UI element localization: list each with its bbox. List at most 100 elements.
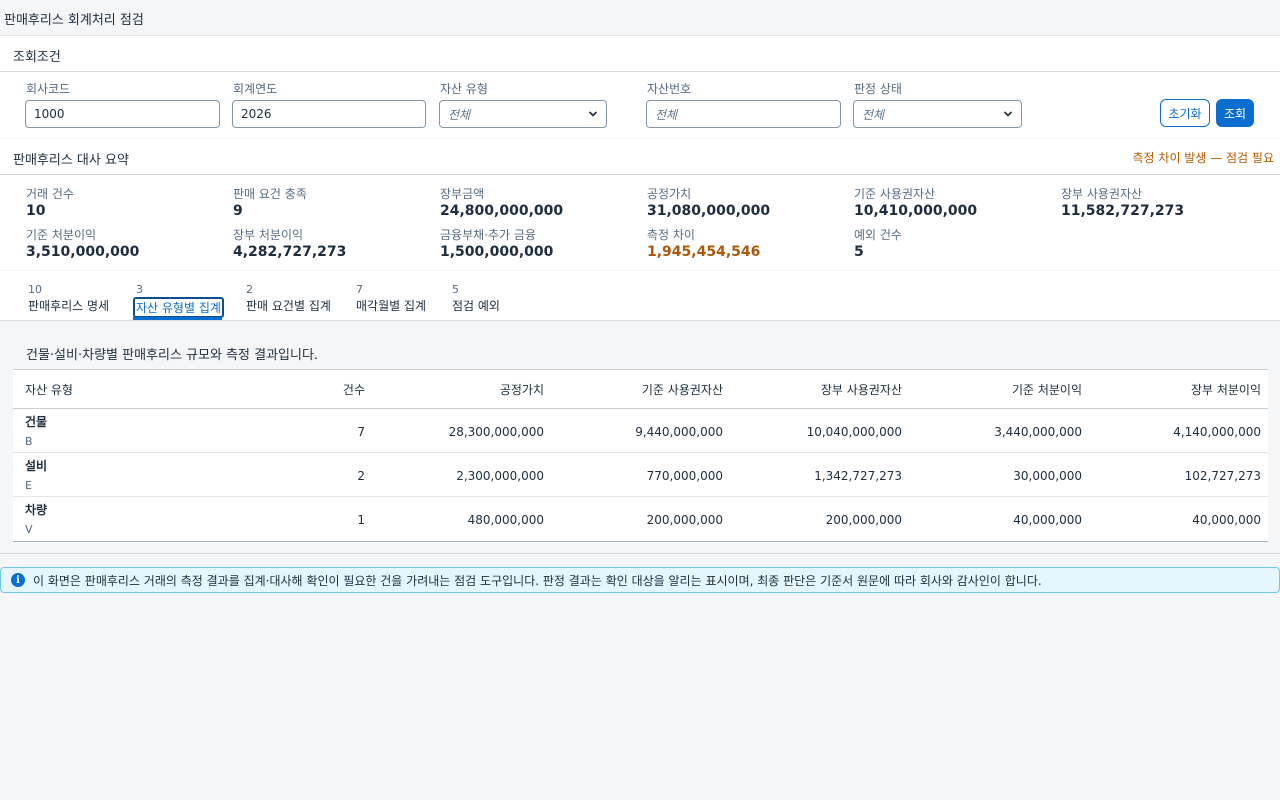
tab-count: 3 <box>136 283 143 296</box>
kpi-value: 24,800,000,000 <box>440 203 564 219</box>
tab-exceptions[interactable]: 5 점검 예외 <box>452 283 500 314</box>
content-description: 건물·설비·차량별 판매후리스 규모와 측정 결과입니다. <box>26 348 319 363</box>
column-header: 자산 유형 <box>25 383 73 397</box>
tab-label: 판매후리스 명세 <box>28 299 110 313</box>
tab-count: 5 <box>452 283 459 296</box>
kpi-value: 11,582,727,273 <box>1061 203 1185 219</box>
judgment-status-value: 전체 <box>862 107 885 122</box>
base-rou-cell: 200,000,000 <box>646 513 723 527</box>
summary-panel: 판매후리스 대사 요약 측정 차이 발생 — 점검 필요 거래 건수 10 판매… <box>0 139 1280 270</box>
kpi-value: 1,500,000,000 <box>440 244 554 260</box>
tab-sale-month-summary[interactable]: 7 매각월별 집계 <box>356 283 426 314</box>
base-rou-cell: 770,000,000 <box>646 469 723 483</box>
info-icon: i <box>11 573 25 587</box>
filter-panel: 조회조건 회사코드 1000 회계연도 2026 자산 유형 전체 자산번호 전… <box>0 35 1280 138</box>
asset-type-code: B <box>25 435 33 448</box>
table-row[interactable]: 건물 B 7 28,300,000,000 9,440,000,000 10,0… <box>13 409 1268 453</box>
kpi-label: 금융부채·추가 금융 <box>440 228 536 242</box>
kpi-label: 판매 요건 충족 <box>233 187 307 201</box>
tab-label: 매각월별 집계 <box>356 299 427 313</box>
chevron-down-icon <box>1003 111 1013 117</box>
fiscal-year-label: 회계연도 <box>233 82 278 96</box>
judgment-status-select[interactable]: 전체 <box>853 100 1022 128</box>
info-message-text: 이 화면은 판매후리스 거래의 측정 결과를 집계·대사해 확인이 필요한 건을… <box>33 573 1042 588</box>
tab-bar: 10 판매후리스 명세 3 자산 유형별 집계 2 판매 요건별 집계 7 매각… <box>0 271 1280 321</box>
kpi-value-warning: 1,945,454,546 <box>647 244 761 260</box>
kpi-label: 공정가치 <box>647 187 692 201</box>
tab-label: 자산 유형별 집계 <box>133 297 224 318</box>
column-header: 장부 처분이익 <box>1190 383 1261 397</box>
filter-panel-title: 조회조건 <box>13 50 61 65</box>
fair-value-cell: 28,300,000,000 <box>448 425 544 439</box>
kpi-value: 3,510,000,000 <box>26 244 140 260</box>
asset-number-label: 자산번호 <box>647 82 692 96</box>
tab-lease-detail[interactable]: 10 판매후리스 명세 <box>28 283 109 314</box>
kpi-value: 5 <box>854 244 864 260</box>
asset-type-label: 자산 유형 <box>440 82 488 96</box>
kpi-value: 4,282,727,273 <box>233 244 347 260</box>
table-row[interactable]: 차량 V 1 480,000,000 200,000,000 200,000,0… <box>13 497 1268 541</box>
kpi-label: 장부 처분이익 <box>233 228 304 242</box>
company-code-label: 회사코드 <box>26 82 71 96</box>
column-header: 장부 사용권자산 <box>820 383 902 397</box>
summary-panel-title: 판매후리스 대사 요약 <box>13 153 129 168</box>
asset-type-code: V <box>25 523 33 536</box>
reset-button[interactable]: 초기화 <box>1160 99 1210 127</box>
kpi-label: 기준 사용권자산 <box>854 187 936 201</box>
count-cell: 1 <box>357 513 365 527</box>
company-code-value: 1000 <box>34 107 65 121</box>
chevron-down-icon <box>588 111 598 117</box>
tab-sale-criteria-summary[interactable]: 2 판매 요건별 집계 <box>246 283 331 314</box>
asset-number-input[interactable]: 전체 <box>646 100 841 128</box>
kpi-label: 거래 건수 <box>26 187 74 201</box>
tab-content: 건물·설비·차량별 판매후리스 규모와 측정 결과입니다. 자산 유형 건수 공… <box>0 322 1280 554</box>
info-message-strip: i 이 화면은 판매후리스 거래의 측정 결과를 집계·대사해 확인이 필요한 … <box>0 567 1280 593</box>
tab-asset-type-summary[interactable]: 3 자산 유형별 집계 <box>133 283 224 318</box>
base-gain-cell: 3,440,000,000 <box>994 425 1082 439</box>
table-header: 자산 유형 건수 공정가치 기준 사용권자산 장부 사용권자산 기준 처분이익 … <box>13 370 1268 409</box>
asset-type-select[interactable]: 전체 <box>439 100 607 128</box>
book-rou-cell: 10,040,000,000 <box>806 425 902 439</box>
asset-type-name: 건물 <box>25 415 48 429</box>
kpi-label: 장부 사용권자산 <box>1061 187 1143 201</box>
page-title: 판매후리스 회계처리 점검 <box>4 13 144 28</box>
kpi-value: 9 <box>233 203 243 219</box>
kpi-value: 10,410,000,000 <box>854 203 978 219</box>
tab-count: 10 <box>28 283 42 296</box>
kpi-label: 예외 건수 <box>854 228 902 242</box>
asset-type-code: E <box>25 479 32 492</box>
fair-value-cell: 2,300,000,000 <box>456 469 544 483</box>
fair-value-cell: 480,000,000 <box>467 513 544 527</box>
asset-type-value: 전체 <box>448 107 471 122</box>
tab-count: 2 <box>246 283 253 296</box>
base-rou-cell: 9,440,000,000 <box>635 425 723 439</box>
filter-panel-header: 조회조건 <box>0 36 1280 72</box>
table-row[interactable]: 설비 E 2 2,300,000,000 770,000,000 1,342,7… <box>13 453 1268 497</box>
book-gain-cell: 40,000,000 <box>1192 513 1261 527</box>
base-gain-cell: 40,000,000 <box>1013 513 1082 527</box>
search-button[interactable]: 조회 <box>1216 99 1254 127</box>
company-code-input[interactable]: 1000 <box>25 100 220 128</box>
count-cell: 7 <box>357 425 365 439</box>
tab-label: 점검 예외 <box>452 299 500 313</box>
kpi-value: 10 <box>26 203 46 219</box>
count-cell: 2 <box>357 469 365 483</box>
fiscal-year-value: 2026 <box>241 107 272 121</box>
summary-warning-text: 측정 차이 발생 — 점검 필요 <box>1132 151 1274 165</box>
asset-type-table: 자산 유형 건수 공정가치 기준 사용권자산 장부 사용권자산 기준 처분이익 … <box>13 369 1268 542</box>
column-header: 건수 <box>342 383 365 397</box>
tab-label: 판매 요건별 집계 <box>246 299 331 313</box>
book-gain-cell: 102,727,273 <box>1184 469 1261 483</box>
base-gain-cell: 30,000,000 <box>1013 469 1082 483</box>
column-header: 공정가치 <box>499 383 544 397</box>
asset-number-placeholder: 전체 <box>655 107 678 122</box>
fiscal-year-input[interactable]: 2026 <box>232 100 426 128</box>
kpi-label: 장부금액 <box>440 187 485 201</box>
book-rou-cell: 1,342,727,273 <box>814 469 902 483</box>
asset-type-name: 차량 <box>25 503 48 517</box>
book-gain-cell: 4,140,000,000 <box>1173 425 1261 439</box>
column-header: 기준 사용권자산 <box>641 383 723 397</box>
column-header: 기준 처분이익 <box>1011 383 1082 397</box>
judgment-status-label: 판정 상태 <box>854 82 902 96</box>
kpi-label: 기준 처분이익 <box>26 228 97 242</box>
